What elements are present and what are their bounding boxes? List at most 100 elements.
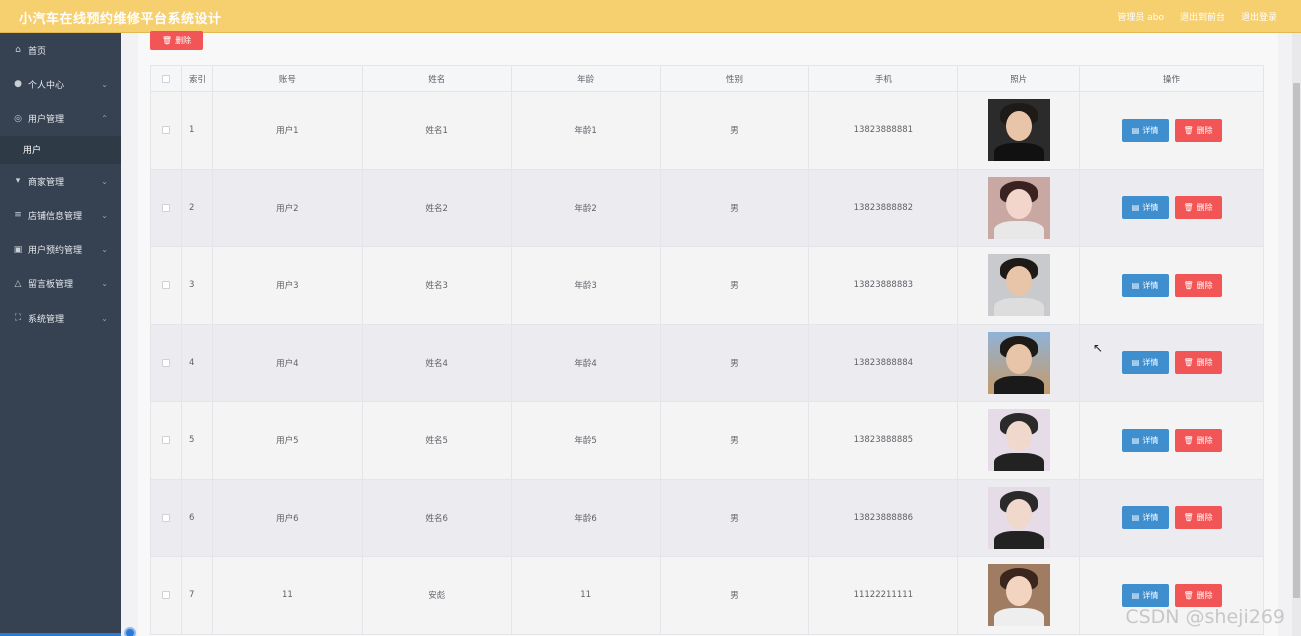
user-photo[interactable] xyxy=(987,254,1050,317)
scrollbar-thumb[interactable] xyxy=(1293,83,1300,598)
row-checkbox[interactable] xyxy=(161,436,170,445)
row-checkbox[interactable] xyxy=(161,126,170,135)
row-index: 5 xyxy=(182,402,213,479)
chevron-down-icon: ⌄ xyxy=(101,279,108,289)
row-index: 2 xyxy=(182,169,213,246)
row-checkbox[interactable] xyxy=(161,513,170,522)
delete-label: 删除 xyxy=(1196,513,1213,523)
table-row: 1 用户1 姓名1 年龄1 男 13823888881 ▤ 详情 🗑 删除 xyxy=(151,92,1264,170)
row-age: 年龄6 xyxy=(512,479,661,556)
vertical-scrollbar[interactable] xyxy=(1292,33,1301,636)
row-index: 7 xyxy=(182,557,213,634)
trash-icon: 🗑 xyxy=(1183,435,1194,445)
select-all-checkbox[interactable] xyxy=(161,74,170,83)
user-photo[interactable] xyxy=(987,176,1050,239)
row-select-cell[interactable] xyxy=(151,92,182,169)
table-header-row: 索引 账号 姓名 年龄 性别 手机 照片 操作 xyxy=(151,66,1264,92)
row-phone: 11122211111 xyxy=(809,557,959,634)
sidebar-item-label: 商家管理 xyxy=(28,177,65,188)
sidebar-item-profile[interactable]: ● 个人中心 ⌄ xyxy=(0,67,121,101)
row-account: 用户4 xyxy=(213,324,363,401)
expand-icon: ⛶ xyxy=(14,313,22,324)
row-actions: ▤ 详情 🗑 删除 xyxy=(1080,92,1264,169)
detail-label: 详情 xyxy=(1142,590,1159,600)
mouse-cursor-icon: ↖ xyxy=(1093,341,1104,355)
row-select-cell[interactable] xyxy=(151,557,182,634)
user-photo[interactable] xyxy=(987,409,1050,472)
row-checkbox[interactable] xyxy=(161,203,170,212)
sidebar-item-label: 店铺信息管理 xyxy=(28,211,83,222)
detail-label: 详情 xyxy=(1142,513,1159,523)
sidebar-subitem-users[interactable]: 用户 xyxy=(0,135,121,164)
detail-button[interactable]: ▤ 详情 xyxy=(1121,351,1169,375)
row-name: 姓名1 xyxy=(363,92,512,169)
table-row: 5 用户5 姓名5 年龄5 男 13823888885 ▤ 详情 🗑 删除 xyxy=(151,402,1264,480)
user-photo[interactable] xyxy=(987,486,1050,549)
delete-button[interactable]: 🗑 删除 xyxy=(1174,351,1222,375)
detail-button[interactable]: ▤ 详情 xyxy=(1121,273,1169,297)
row-phone: 13823888886 xyxy=(809,479,959,556)
backend-link[interactable]: 退出到前台 xyxy=(1180,10,1225,23)
sidebar-item-user-management[interactable]: ◎ 用户管理 ⌃ xyxy=(0,102,121,136)
row-checkbox[interactable] xyxy=(161,358,170,367)
delete-label: 删除 xyxy=(1196,358,1213,368)
row-sex: 男 xyxy=(661,169,810,246)
user-photo[interactable] xyxy=(987,564,1050,627)
home-icon: ⌂ xyxy=(15,45,21,56)
delete-button[interactable]: 🗑 删除 xyxy=(1174,273,1222,297)
row-sex: 男 xyxy=(661,402,810,479)
document-icon: ▤ xyxy=(1131,203,1140,213)
delete-button[interactable]: 🗑 删除 xyxy=(1174,118,1222,142)
row-account: 11 xyxy=(213,557,363,634)
row-checkbox[interactable] xyxy=(161,591,170,600)
trash-icon: 🗑 xyxy=(161,36,173,45)
sidebar-item-message-board[interactable]: △ 留言板管理 ⌄ xyxy=(0,267,121,301)
delete-button[interactable]: 🗑 删除 xyxy=(1174,583,1222,607)
top-bar: 小汽车在线预约维修平台系统设计 管理员 abo 退出到前台 退出登录 xyxy=(0,0,1301,33)
column-header-age: 年龄 xyxy=(512,66,661,91)
row-sex: 男 xyxy=(661,92,810,169)
row-checkbox[interactable] xyxy=(161,281,170,290)
detail-button[interactable]: ▤ 详情 xyxy=(1121,506,1169,530)
row-phone: 13823888882 xyxy=(809,169,959,246)
row-photo-cell xyxy=(958,402,1081,479)
column-header-photo: 照片 xyxy=(958,66,1081,91)
row-sex: 男 xyxy=(661,247,810,324)
row-select-cell[interactable] xyxy=(151,247,182,324)
user-photo[interactable] xyxy=(987,99,1050,162)
column-header-actions: 操作 xyxy=(1080,66,1264,91)
detail-button[interactable]: ▤ 详情 xyxy=(1121,428,1169,452)
sidebar-item-system-management[interactable]: ⛶ 系统管理 ⌄ xyxy=(0,301,121,335)
row-name: 姓名5 xyxy=(363,402,512,479)
row-age: 11 xyxy=(512,557,661,634)
detail-button[interactable]: ▤ 详情 xyxy=(1121,583,1169,607)
delete-button[interactable]: 🗑 删除 xyxy=(1174,196,1222,220)
sidebar-item-booking-management[interactable]: ▣ 用户预约管理 ⌄ xyxy=(0,232,121,266)
table-row: 2 用户2 姓名2 年龄2 男 13823888882 ▤ 详情 🗑 删除 xyxy=(151,169,1264,247)
floating-dot[interactable] xyxy=(124,627,136,636)
row-select-cell[interactable] xyxy=(151,479,182,556)
sidebar-item-shop-info[interactable]: ≡ 店铺信息管理 ⌄ xyxy=(0,198,121,232)
delete-label: 删除 xyxy=(1196,590,1213,600)
detail-button[interactable]: ▤ 详情 xyxy=(1121,196,1169,220)
table-row: 7 11 安彪 11 男 11122211111 ▤ 详情 🗑 删除 xyxy=(151,557,1264,635)
header-select-all[interactable] xyxy=(151,66,182,91)
logout-link[interactable]: 退出登录 xyxy=(1241,10,1277,23)
detail-button[interactable]: ▤ 详情 xyxy=(1121,118,1169,142)
sidebar-item-merchant-management[interactable]: ▾ 商家管理 ⌄ xyxy=(0,164,121,198)
row-account: 用户2 xyxy=(213,169,363,246)
delete-button[interactable]: 🗑 删除 xyxy=(1174,506,1222,530)
delete-label: 删除 xyxy=(1196,125,1213,135)
delete-button[interactable]: 🗑 删除 xyxy=(1174,428,1222,452)
row-age: 年龄1 xyxy=(512,92,661,169)
row-select-cell[interactable] xyxy=(151,169,182,246)
row-account: 用户6 xyxy=(213,479,363,556)
sidebar-item-home[interactable]: ⌂ 首页 xyxy=(0,33,121,67)
batch-delete-button[interactable]: 🗑 删除 xyxy=(150,31,203,50)
row-select-cell[interactable] xyxy=(151,402,182,479)
row-actions: ▤ 详情 🗑 删除 xyxy=(1080,324,1264,401)
row-select-cell[interactable] xyxy=(151,324,182,401)
detail-label: 详情 xyxy=(1142,125,1159,135)
trash-icon: 🗑 xyxy=(1183,513,1194,523)
user-photo[interactable] xyxy=(987,331,1050,394)
